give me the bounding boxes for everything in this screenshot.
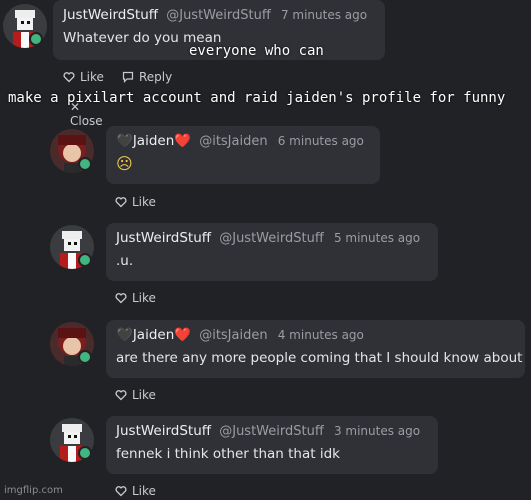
timestamp: 3 minutes ago xyxy=(333,424,421,438)
black-heart-emoji: 🖤 xyxy=(116,327,133,343)
like-button[interactable]: Like xyxy=(115,195,156,209)
timestamp: 5 minutes ago xyxy=(333,231,421,245)
comment-bubble: 🖤Jaiden❤️ @itsJaiden 6 minutes ago ☹ xyxy=(106,126,380,184)
like-label: Like xyxy=(132,388,156,402)
comment-text: are there any more people coming that I … xyxy=(116,350,523,366)
comment-actions: Like xyxy=(115,195,168,209)
like-button[interactable]: Like xyxy=(115,388,156,402)
timestamp: 7 minutes ago xyxy=(280,8,368,22)
like-label: Like xyxy=(132,195,156,209)
like-button[interactable]: Like xyxy=(115,291,156,305)
like-label: Like xyxy=(80,70,104,84)
comment-text: ☹ xyxy=(116,154,133,173)
red-heart-emoji: ❤️ xyxy=(174,133,192,149)
author-handle[interactable]: @itsJaiden xyxy=(199,328,267,343)
like-button[interactable]: Like xyxy=(63,70,104,84)
author-handle[interactable]: @itsJaiden xyxy=(199,134,267,149)
comment-actions: Like xyxy=(115,291,168,305)
reply-label: Reply xyxy=(138,70,173,84)
red-heart-emoji: ❤️ xyxy=(174,327,192,343)
author-name[interactable]: JustWeirdStuff xyxy=(116,230,211,246)
overlay-caption-line-2: make a pixilart account and raid jaiden'… xyxy=(8,90,506,106)
comment-bubble: 🖤Jaiden❤️ @itsJaiden 4 minutes ago are t… xyxy=(106,320,525,378)
watermark: imgflip.com xyxy=(4,485,63,496)
reply-button[interactable]: Reply xyxy=(122,70,172,84)
comment-actions: Like Reply xyxy=(63,70,184,84)
comment-text: fennek i think other than that idk xyxy=(116,446,340,462)
online-status-dot xyxy=(78,350,92,364)
online-status-dot xyxy=(78,253,92,267)
heart-outline-icon xyxy=(115,293,127,304)
timestamp: 4 minutes ago xyxy=(277,328,364,342)
comment-bubble: JustWeirdStuff @JustWeirdStuff 3 minutes… xyxy=(106,416,438,474)
timestamp: 6 minutes ago xyxy=(277,134,364,148)
comment-actions: Like xyxy=(115,388,168,402)
heart-outline-icon xyxy=(115,390,127,401)
comment-text: .u. xyxy=(116,253,134,269)
like-button[interactable]: Like xyxy=(115,484,156,498)
online-status-dot xyxy=(78,446,92,460)
author-name[interactable]: 🖤Jaiden❤️ xyxy=(116,133,191,149)
author-handle[interactable]: @JustWeirdStuff xyxy=(166,8,271,23)
author-handle[interactable]: @JustWeirdStuff xyxy=(219,424,324,439)
black-heart-emoji: 🖤 xyxy=(116,133,133,149)
reply-icon xyxy=(122,71,134,83)
heart-outline-icon xyxy=(115,486,127,497)
like-label: Like xyxy=(132,484,156,498)
close-label: Close xyxy=(70,114,103,128)
comment-actions: Like xyxy=(115,484,168,498)
author-handle[interactable]: @JustWeirdStuff xyxy=(219,231,324,246)
author-name[interactable]: JustWeirdStuff xyxy=(63,7,158,23)
heart-outline-icon xyxy=(115,197,127,208)
online-status-dot xyxy=(29,32,43,46)
online-status-dot xyxy=(78,157,92,171)
overlay-caption-line-1: everyone who can xyxy=(189,43,324,59)
comment-bubble: JustWeirdStuff @JustWeirdStuff 5 minutes… xyxy=(106,223,438,281)
author-name[interactable]: JustWeirdStuff xyxy=(116,423,211,439)
author-name[interactable]: 🖤Jaiden❤️ xyxy=(116,327,191,343)
heart-outline-icon xyxy=(63,72,75,83)
like-label: Like xyxy=(132,291,156,305)
